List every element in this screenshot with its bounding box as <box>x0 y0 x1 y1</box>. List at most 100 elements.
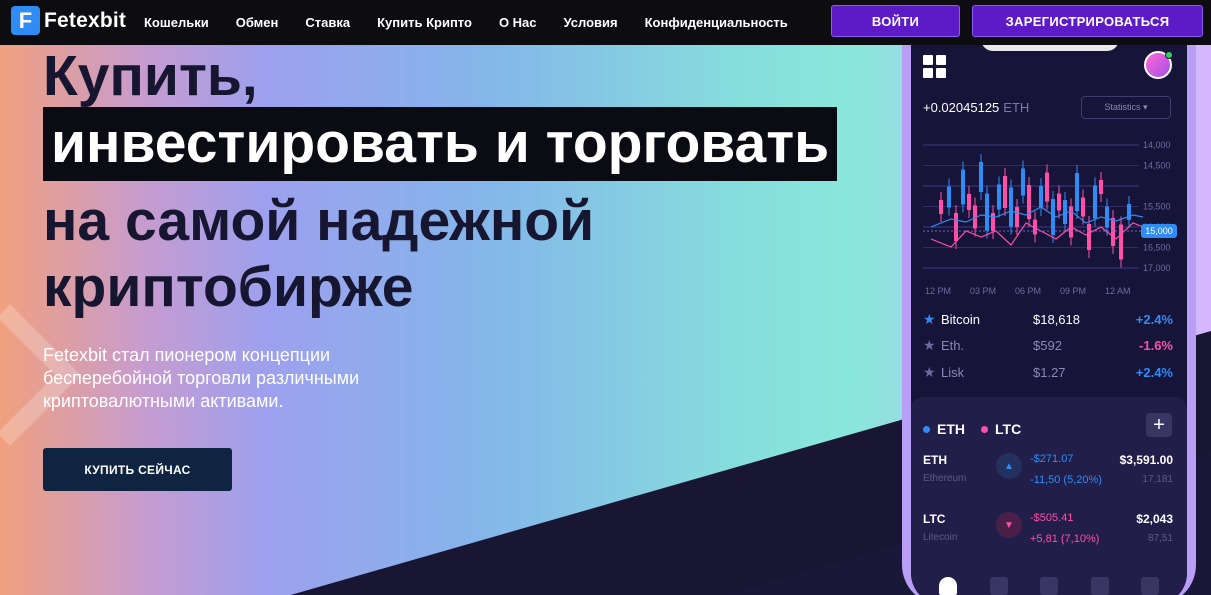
register-button[interactable]: ЗАРЕГИСТРИРОВАТЬСЯ <box>972 5 1203 37</box>
markets-panel: ETH LTC + ETH Ethereum ▲ -$271.07 -11,50… <box>911 397 1187 595</box>
y-tick-label: 15,500 <box>1143 202 1171 212</box>
add-icon[interactable]: + <box>1146 413 1172 437</box>
asset-name: Litecoin <box>923 532 958 543</box>
pie-chart-icon[interactable] <box>989 577 1008 595</box>
tab-eth[interactable]: ETH <box>923 421 965 437</box>
nav-link-about[interactable]: О Нас <box>499 15 537 30</box>
coin-row-eth[interactable]: ★ Eth. $592 -1.6% <box>923 337 1173 358</box>
current-price-label: 15,000 <box>1145 226 1173 236</box>
phone-screen: +0.02045125 ETH Statistics ▾ 14,000 14,500… <box>911 45 1187 595</box>
logo-icon: F <box>11 6 40 35</box>
candle-body <box>1021 168 1025 196</box>
coin-row-lisk[interactable]: ★ Lisk $1.27 +2.4% <box>923 364 1173 385</box>
candle-body <box>967 194 971 210</box>
eth-dot-icon <box>923 425 930 433</box>
info-icon[interactable] <box>1141 577 1159 595</box>
y-tick-label: 16,500 <box>1143 243 1171 253</box>
asset-row-eth[interactable]: ETH Ethereum ▲ -$271.07 -11,50 (5,20%) $… <box>923 453 1173 493</box>
phone-notch <box>981 45 1119 51</box>
logo-text: Fetexbit <box>44 8 127 32</box>
candle-body <box>1087 224 1091 250</box>
balance-value: +0.02045125 <box>923 100 1000 115</box>
asset-change-pct: +5,81 (7,10%) <box>1030 533 1100 545</box>
candle-body <box>1119 224 1123 260</box>
stats-icon[interactable] <box>1090 577 1109 595</box>
coin-price: $18,618 <box>1033 312 1080 327</box>
arrow-down-icon: ▼ <box>996 512 1022 538</box>
candle-body <box>991 213 995 231</box>
coin-price: $592 <box>1033 338 1062 353</box>
statistics-dropdown[interactable]: Statistics ▾ <box>1081 96 1171 119</box>
coin-change: +2.4% <box>1135 365 1173 380</box>
candle-body <box>961 169 965 205</box>
candle-body <box>1127 204 1131 220</box>
x-tick-label: 12 PM <box>925 286 951 296</box>
home-icon[interactable] <box>939 577 957 595</box>
online-status-dot <box>1165 51 1173 59</box>
top-navbar: F Fetexbit Кошельки Обмен Ставка Купить … <box>0 0 1211 45</box>
nav-link-privacy[interactable]: Конфиденциальность <box>645 15 788 30</box>
hero-title-line-1: Купить, <box>43 45 258 108</box>
nav-link-exchange[interactable]: Обмен <box>236 15 279 30</box>
nav-link-staking[interactable]: Ставка <box>305 15 350 30</box>
candle-body <box>1045 172 1049 202</box>
x-tick-label: 12 AM <box>1105 286 1131 296</box>
phone-mockup: +0.02045125 ETH Statistics ▾ 14,000 14,500… <box>902 45 1196 595</box>
hero-section: Купить, инвестировать и торговать на сам… <box>0 45 1211 595</box>
asset-volume: 87,51 <box>1147 533 1173 544</box>
x-tick-label: 03 PM <box>970 286 996 296</box>
candle-body <box>1015 207 1019 227</box>
coin-name: Lisk <box>941 365 965 380</box>
candle-body <box>1111 218 1115 246</box>
asset-volume: 17,181 <box>1142 474 1173 485</box>
buy-now-button[interactable]: КУПИТЬ СЕЙЧАС <box>43 448 232 491</box>
asset-value: $3,591.00 <box>1119 453 1173 467</box>
star-icon[interactable]: ★ <box>923 337 936 354</box>
balance: +0.02045125 ETH <box>923 100 1029 115</box>
asset-symbol: LTC <box>923 512 946 526</box>
nav-link-buy-crypto[interactable]: Купить Крипто <box>377 15 472 30</box>
asset-change-pct: -11,50 (5,20%) <box>1030 474 1102 486</box>
login-button[interactable]: ВОЙТИ <box>831 5 960 37</box>
coin-name: Bitcoin <box>941 312 981 327</box>
candle-body <box>997 184 1001 210</box>
chart-y-ticks: 14,00014,50015,50016,00016,50017,000 <box>1143 140 1171 273</box>
candle-body <box>1075 173 1079 211</box>
tab-ltc[interactable]: LTC <box>981 421 1021 437</box>
asset-change-abs: -$271.07 <box>1030 453 1074 465</box>
candle-body <box>985 193 989 231</box>
wallet-icon[interactable] <box>1040 577 1058 595</box>
hero-subtitle: Fetexbit стал пионером концепции беспере… <box>43 345 360 411</box>
tab-eth-label: ETH <box>937 421 965 437</box>
coin-price: $1.27 <box>1033 365 1066 380</box>
y-tick-label: 14,500 <box>1143 161 1171 171</box>
star-icon[interactable]: ★ <box>923 364 936 381</box>
candle-body <box>1099 180 1103 194</box>
price-chart: 14,00014,50015,50016,00016,50017,000 15,… <box>923 140 1177 296</box>
candle-body <box>1051 199 1055 235</box>
asset-symbol: ETH <box>923 453 947 467</box>
logo[interactable]: F Fetexbit <box>11 6 126 35</box>
hero-title-line-4: криптобирже <box>43 255 414 319</box>
candle-body <box>1063 200 1067 224</box>
candle-body <box>1081 197 1085 217</box>
candle-body <box>954 213 958 241</box>
coin-row-bitcoin[interactable]: ★ Bitcoin $18,618 +2.4% <box>923 311 1173 332</box>
coin-change: +2.4% <box>1135 312 1173 327</box>
asset-value: $2,043 <box>1136 512 1173 526</box>
candle-body <box>1003 176 1007 208</box>
candle-body <box>1093 185 1097 219</box>
hero-title-line-2: инвестировать и торговать <box>43 107 838 181</box>
candle-body <box>1057 193 1061 211</box>
star-icon[interactable]: ★ <box>923 311 936 328</box>
candle-body <box>947 186 951 208</box>
asset-row-ltc[interactable]: LTC Litecoin ▼ -$505.41 +5,81 (7,10%) $2… <box>923 512 1173 552</box>
nav-link-wallets[interactable]: Кошельки <box>144 15 209 30</box>
candle-body <box>979 162 983 192</box>
asset-name: Ethereum <box>923 473 967 484</box>
candle-body <box>1039 186 1043 208</box>
ltc-dot-icon <box>981 425 988 433</box>
nav-links: Кошельки Обмен Ставка Купить Крипто О На… <box>144 0 815 45</box>
grid-menu-icon[interactable] <box>923 55 946 78</box>
nav-link-terms[interactable]: Условия <box>564 15 618 30</box>
